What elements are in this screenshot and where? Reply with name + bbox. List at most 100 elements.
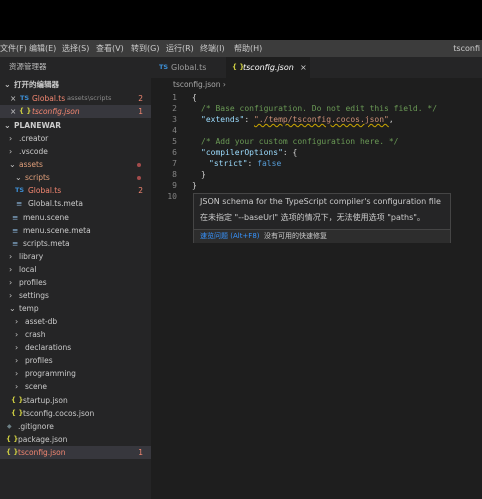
line-number: 10 xyxy=(167,192,177,201)
chevron-right-icon: › xyxy=(15,382,19,391)
line-number: 1 xyxy=(172,93,177,102)
tree-item-package-json[interactable]: { } package.json xyxy=(0,433,151,446)
tree-item-creator[interactable]: › .creator xyxy=(0,132,151,145)
menu-edit[interactable]: 编辑(E) xyxy=(29,40,56,57)
json-file-icon: { } xyxy=(6,448,19,456)
tree-item-global-ts-meta[interactable]: ≡ Global.ts.meta xyxy=(0,197,151,210)
tree-item-asset-db[interactable]: › asset-db xyxy=(0,315,151,328)
line-number: 9 xyxy=(172,181,177,190)
tree-item-tsconfig-cocos-json[interactable]: { } tsconfig.cocos.json xyxy=(0,407,151,420)
menu-terminal[interactable]: 终端(I) xyxy=(200,40,225,57)
tree-item-startup-json[interactable]: { } startup.json xyxy=(0,394,151,407)
tree-item-local[interactable]: › local xyxy=(0,263,151,276)
explorer-sidebar: 资源管理器 ⌄ 打开的编辑器 × TS Global.ts assets\scr… xyxy=(0,57,151,499)
tree-item-assets[interactable]: ⌄ assets xyxy=(0,158,151,171)
tree-item-library[interactable]: › library xyxy=(0,250,151,263)
line-number: 3 xyxy=(172,115,177,124)
git-icon: ◆ xyxy=(7,423,12,430)
tree-item-programming[interactable]: › programming xyxy=(0,367,151,380)
tree-item-global-ts[interactable]: TS Global.ts 2 xyxy=(0,184,151,197)
problem-count-badge: 2 xyxy=(138,186,143,195)
menu-help[interactable]: 帮助(H) xyxy=(234,40,262,57)
code-line-8: } xyxy=(201,170,206,179)
code-line-7: "strict": false xyxy=(209,159,282,168)
typescript-file-icon: TS xyxy=(20,94,30,102)
open-editor-item[interactable]: × TS Global.ts assets\scripts 2 xyxy=(0,92,151,105)
chevron-right-icon: › xyxy=(9,252,13,261)
tree-item-menu-scene[interactable]: ≡ menu.scene xyxy=(0,211,151,224)
modified-dot-icon xyxy=(137,163,141,167)
code-comment: /* Base configuration. Do not edit this … xyxy=(201,104,438,113)
hover-title: JSON schema for the TypeScript compiler'… xyxy=(200,197,441,206)
problem-count-badge: 1 xyxy=(138,107,143,116)
chevron-down-icon: ⌄ xyxy=(4,80,11,89)
menu-goto[interactable]: 转到(G) xyxy=(131,40,159,57)
tree-item-vscode[interactable]: › .vscode xyxy=(0,145,151,158)
breadcrumb[interactable]: tsconfig.json › xyxy=(151,78,226,92)
tab-global-ts[interactable]: TS Global.ts xyxy=(151,57,225,78)
code-comment: /* Add your custom configuration here. *… xyxy=(201,137,399,146)
chevron-right-icon: › xyxy=(15,330,19,339)
tree-item-gitignore[interactable]: ◆ .gitignore xyxy=(0,420,151,433)
typescript-file-icon: TS xyxy=(15,186,25,194)
line-number: 5 xyxy=(172,137,177,146)
chevron-down-icon: ⌄ xyxy=(9,304,16,313)
hover-tooltip: JSON schema for the TypeScript compiler'… xyxy=(193,193,451,243)
tree-item-scripts[interactable]: ⌄ scripts xyxy=(0,171,151,184)
tab-bar: TS Global.ts { } tsconfig.json × xyxy=(151,57,482,78)
hover-message: 在未指定 "--baseUrl" 选项的情况下，无法使用选项 "paths"。 xyxy=(200,213,425,222)
file-lines-icon: ≡ xyxy=(12,239,19,248)
tab-tsconfig-json[interactable]: { } tsconfig.json × xyxy=(226,57,310,78)
close-icon[interactable]: × xyxy=(10,92,16,105)
open-editor-path: assets\scripts xyxy=(67,94,112,102)
open-editors-section[interactable]: ⌄ 打开的编辑器 xyxy=(0,78,151,91)
line-number: 7 xyxy=(172,159,177,168)
tree-item-tsconfig-json[interactable]: { } tsconfig.json 1 xyxy=(0,446,151,459)
close-icon[interactable]: × xyxy=(300,57,307,78)
explorer-header: 资源管理器 xyxy=(9,62,47,71)
no-quick-fix-text: 没有可用的快速修复 xyxy=(264,232,327,240)
tree-item-crash[interactable]: › crash xyxy=(0,328,151,341)
close-icon[interactable]: × xyxy=(10,105,16,118)
menu-file[interactable]: 文件(F) xyxy=(0,40,27,57)
file-lines-icon: ≡ xyxy=(16,199,23,208)
tree-item-temp[interactable]: ⌄ temp xyxy=(0,302,151,315)
tree-item-temp-profiles[interactable]: › profiles xyxy=(0,354,151,367)
json-file-icon: { } xyxy=(11,396,24,404)
menu-view[interactable]: 查看(V) xyxy=(96,40,124,57)
chevron-down-icon: ⌄ xyxy=(15,173,22,182)
chevron-right-icon: › xyxy=(15,356,19,365)
open-editor-item[interactable]: × { } tsconfig.json 1 xyxy=(0,105,151,118)
open-editor-label: Global.ts xyxy=(32,94,66,103)
json-file-icon: { } xyxy=(19,107,32,115)
chevron-down-icon: ⌄ xyxy=(9,160,16,169)
tree-item-scene[interactable]: › scene xyxy=(0,380,151,393)
menu-select[interactable]: 选择(S) xyxy=(62,40,89,57)
json-file-icon: { } xyxy=(6,435,19,443)
window-title: tsconfi xyxy=(453,44,480,53)
tree-item-profiles[interactable]: › profiles xyxy=(0,276,151,289)
chevron-right-icon: › xyxy=(9,147,13,156)
tree-item-menu-scene-meta[interactable]: ≡ menu.scene.meta xyxy=(0,224,151,237)
editor-area: TS Global.ts { } tsconfig.json × tsconfi… xyxy=(151,57,482,499)
chevron-right-icon: › xyxy=(9,291,13,300)
peek-problem-link[interactable]: 速览问题 (Alt+F8) xyxy=(200,230,260,243)
menu-bar: 文件(F) 编辑(E) 选择(S) 查看(V) 转到(G) 运行(R) 终端(I… xyxy=(0,40,482,57)
menu-run[interactable]: 运行(R) xyxy=(166,40,194,57)
line-number: 4 xyxy=(172,126,177,135)
line-number: 6 xyxy=(172,148,177,157)
modified-dot-icon xyxy=(137,176,141,180)
chevron-right-icon: › xyxy=(9,278,13,287)
chevron-right-icon: › xyxy=(15,317,19,326)
tree-item-settings[interactable]: › settings xyxy=(0,289,151,302)
problem-count-badge: 2 xyxy=(138,94,143,103)
chevron-right-icon: › xyxy=(15,369,19,378)
project-section[interactable]: ⌄ PLANEWAR xyxy=(0,119,151,132)
tree-item-scripts-meta[interactable]: ≡ scripts.meta xyxy=(0,237,151,250)
code-line-3: "extends": "./temp/tsconfig.cocos.json", xyxy=(201,115,394,124)
open-editor-label: tsconfig.json xyxy=(32,107,80,116)
code-line-6: "compilerOptions": { xyxy=(201,148,298,157)
hover-status-bar: 速览问题 (Alt+F8) 没有可用的快速修复 xyxy=(194,229,450,243)
tree-item-declarations[interactable]: › declarations xyxy=(0,341,151,354)
json-file-icon: { } xyxy=(11,409,24,417)
